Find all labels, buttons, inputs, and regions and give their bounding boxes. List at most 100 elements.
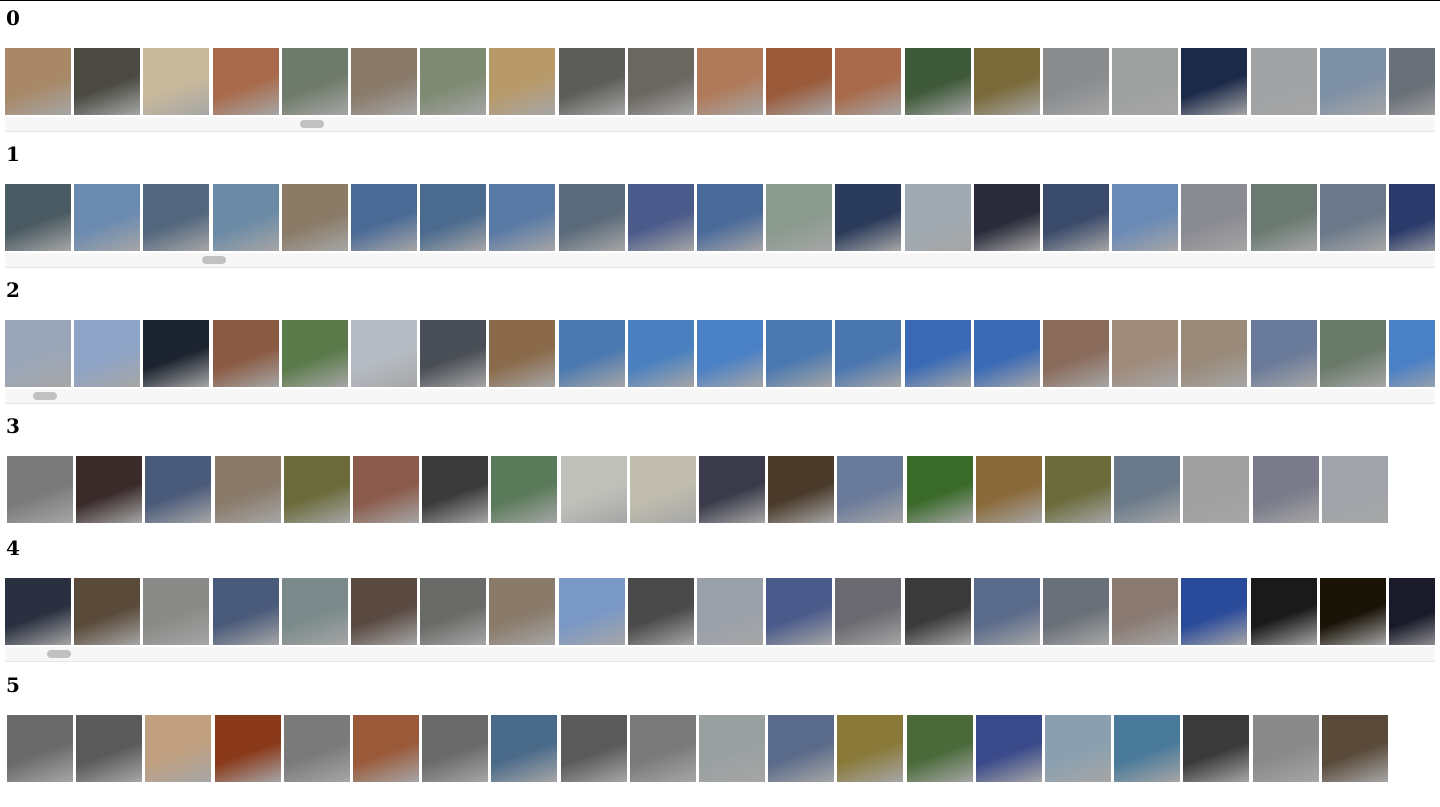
thumbnail-image[interactable] (74, 184, 140, 251)
thumbnail-image[interactable] (1043, 578, 1109, 645)
thumbnail-image[interactable] (630, 715, 696, 782)
thumbnail-image[interactable] (766, 320, 832, 387)
thumbnail-image[interactable] (837, 715, 903, 782)
thumbnail-image[interactable] (835, 578, 901, 645)
thumbnail-strip[interactable] (7, 456, 1437, 523)
thumbnail-image[interactable] (420, 320, 486, 387)
thumbnail-image[interactable] (74, 48, 140, 115)
thumbnail-image[interactable] (282, 578, 348, 645)
horizontal-scrollbar[interactable] (5, 647, 1435, 662)
thumbnail-image[interactable] (559, 320, 625, 387)
thumbnail-image[interactable] (768, 715, 834, 782)
thumbnail-image[interactable] (835, 320, 901, 387)
thumbnail-image[interactable] (353, 456, 419, 523)
thumbnail-image[interactable] (351, 184, 417, 251)
horizontal-scrollbar[interactable] (5, 389, 1435, 404)
thumbnail-image[interactable] (559, 48, 625, 115)
thumbnail-image[interactable] (143, 578, 209, 645)
thumbnail-image[interactable] (282, 320, 348, 387)
thumbnail-image[interactable] (1114, 456, 1180, 523)
scrollbar-thumb[interactable] (47, 650, 71, 658)
thumbnail-image[interactable] (489, 320, 555, 387)
thumbnail-image[interactable] (1251, 578, 1317, 645)
thumbnail-image[interactable] (974, 578, 1040, 645)
thumbnail-strip[interactable] (5, 320, 1435, 387)
thumbnail-image[interactable] (1251, 48, 1317, 115)
thumbnail-strip[interactable] (5, 184, 1435, 251)
thumbnail-image[interactable] (768, 456, 834, 523)
thumbnail-image[interactable] (1183, 456, 1249, 523)
thumbnail-image[interactable] (5, 320, 71, 387)
scrollbar-thumb[interactable] (300, 120, 324, 128)
thumbnail-image[interactable] (628, 320, 694, 387)
thumbnail-strip[interactable] (5, 48, 1435, 115)
horizontal-scrollbar[interactable] (5, 253, 1435, 268)
thumbnail-image[interactable] (1112, 48, 1178, 115)
thumbnail-image[interactable] (1183, 715, 1249, 782)
thumbnail-image[interactable] (766, 184, 832, 251)
thumbnail-image[interactable] (76, 456, 142, 523)
thumbnail-image[interactable] (1320, 320, 1386, 387)
thumbnail-image[interactable] (837, 456, 903, 523)
thumbnail-image[interactable] (351, 320, 417, 387)
thumbnail-image[interactable] (422, 456, 488, 523)
horizontal-scrollbar[interactable] (5, 117, 1435, 132)
thumbnail-image[interactable] (420, 578, 486, 645)
thumbnail-image[interactable] (835, 48, 901, 115)
thumbnail-image[interactable] (766, 578, 832, 645)
thumbnail-image[interactable] (1322, 456, 1388, 523)
thumbnail-image[interactable] (974, 184, 1040, 251)
thumbnail-image[interactable] (7, 715, 73, 782)
thumbnail-image[interactable] (907, 715, 973, 782)
thumbnail-image[interactable] (420, 184, 486, 251)
thumbnail-image[interactable] (143, 184, 209, 251)
thumbnail-image[interactable] (5, 184, 71, 251)
thumbnail-image[interactable] (1045, 715, 1111, 782)
thumbnail-image[interactable] (1389, 184, 1435, 251)
thumbnail-image[interactable] (74, 320, 140, 387)
thumbnail-image[interactable] (74, 578, 140, 645)
thumbnail-strip[interactable] (7, 715, 1437, 782)
thumbnail-image[interactable] (213, 48, 279, 115)
thumbnail-image[interactable] (1112, 578, 1178, 645)
thumbnail-image[interactable] (215, 456, 281, 523)
thumbnail-image[interactable] (145, 715, 211, 782)
thumbnail-image[interactable] (5, 578, 71, 645)
thumbnail-image[interactable] (1043, 48, 1109, 115)
thumbnail-image[interactable] (1322, 715, 1388, 782)
thumbnail-image[interactable] (905, 320, 971, 387)
thumbnail-image[interactable] (420, 48, 486, 115)
thumbnail-image[interactable] (282, 48, 348, 115)
thumbnail-image[interactable] (561, 456, 627, 523)
thumbnail-image[interactable] (489, 578, 555, 645)
thumbnail-image[interactable] (976, 715, 1042, 782)
thumbnail-image[interactable] (1389, 578, 1435, 645)
thumbnail-image[interactable] (974, 48, 1040, 115)
thumbnail-image[interactable] (697, 48, 763, 115)
thumbnail-image[interactable] (1320, 48, 1386, 115)
thumbnail-image[interactable] (145, 456, 211, 523)
thumbnail-image[interactable] (1320, 184, 1386, 251)
thumbnail-image[interactable] (697, 184, 763, 251)
thumbnail-image[interactable] (351, 48, 417, 115)
thumbnail-image[interactable] (1045, 456, 1111, 523)
thumbnail-image[interactable] (1253, 456, 1319, 523)
thumbnail-image[interactable] (7, 456, 73, 523)
thumbnail-image[interactable] (1181, 578, 1247, 645)
thumbnail-image[interactable] (213, 184, 279, 251)
thumbnail-image[interactable] (561, 715, 627, 782)
thumbnail-image[interactable] (1114, 715, 1180, 782)
thumbnail-image[interactable] (5, 48, 71, 115)
thumbnail-image[interactable] (1389, 48, 1435, 115)
thumbnail-image[interactable] (1181, 320, 1247, 387)
thumbnail-image[interactable] (491, 456, 557, 523)
thumbnail-image[interactable] (905, 48, 971, 115)
thumbnail-image[interactable] (1112, 320, 1178, 387)
thumbnail-image[interactable] (213, 578, 279, 645)
thumbnail-image[interactable] (1251, 320, 1317, 387)
thumbnail-image[interactable] (628, 578, 694, 645)
thumbnail-image[interactable] (284, 456, 350, 523)
thumbnail-image[interactable] (697, 320, 763, 387)
thumbnail-image[interactable] (699, 456, 765, 523)
thumbnail-image[interactable] (1181, 48, 1247, 115)
